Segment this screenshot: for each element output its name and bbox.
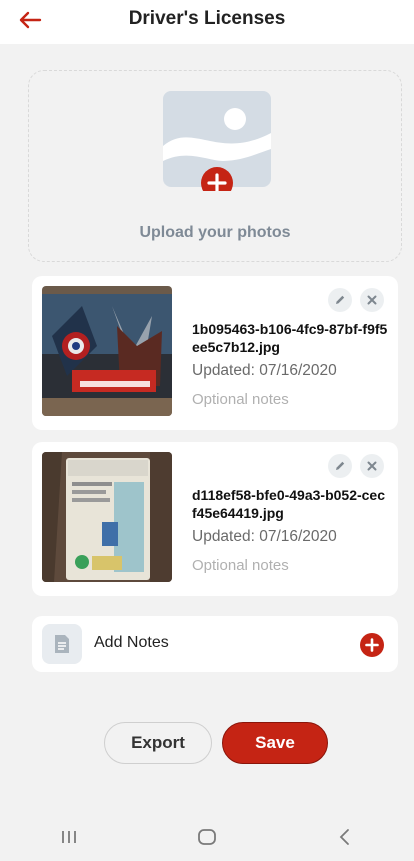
home-button[interactable]	[177, 817, 237, 857]
file-name: d118ef58-bfe0-49a3-b052-cecf45e64419.jpg	[192, 487, 386, 521]
photo-thumbnail[interactable]	[42, 452, 172, 582]
arrow-left-icon	[19, 11, 42, 29]
system-back-button[interactable]	[315, 817, 375, 857]
pencil-icon	[336, 461, 345, 470]
recent-apps-button[interactable]	[39, 817, 99, 857]
updated-date: Updated: 07/16/2020	[192, 362, 337, 379]
photo-card[interactable]: d118ef58-bfe0-49a3-b052-cecf45e64419.jpg…	[32, 442, 398, 596]
notes-field[interactable]: Optional notes	[192, 557, 289, 574]
back-button[interactable]	[14, 6, 46, 34]
close-icon	[367, 295, 377, 305]
pencil-icon	[336, 295, 345, 304]
recent-apps-icon	[62, 831, 76, 843]
save-button[interactable]: Save	[222, 722, 328, 764]
upload-photos-label: Upload your photos	[139, 224, 291, 241]
plus-circle-icon	[360, 633, 384, 657]
edit-button[interactable]	[328, 288, 352, 312]
image-add-icon	[163, 91, 271, 191]
remove-button[interactable]	[360, 288, 384, 312]
app-header: Driver's Licenses	[0, 0, 414, 44]
upload-photos-area[interactable]: Upload your photos	[28, 70, 402, 262]
export-button[interactable]: Export	[104, 722, 212, 764]
home-icon	[198, 829, 216, 845]
add-notes-label: Add Notes	[94, 634, 169, 651]
add-notes-row[interactable]: Add Notes	[32, 616, 398, 672]
file-name: 1b095463-b106-4fc9-87bf-f9f5ee5c7b12.jpg	[192, 321, 388, 355]
page-title: Driver's Licenses	[128, 8, 286, 29]
notes-field[interactable]: Optional notes	[192, 391, 289, 408]
updated-date: Updated: 07/16/2020	[192, 528, 337, 545]
remove-button[interactable]	[360, 454, 384, 478]
photo-card[interactable]: 1b095463-b106-4fc9-87bf-f9f5ee5c7b12.jpg…	[32, 276, 398, 430]
edit-button[interactable]	[328, 454, 352, 478]
chevron-left-icon	[339, 829, 349, 845]
document-icon	[42, 624, 82, 664]
close-icon	[367, 461, 377, 471]
system-nav-bar	[0, 813, 414, 861]
add-notes-button[interactable]	[360, 633, 384, 662]
photo-thumbnail[interactable]	[42, 286, 172, 416]
